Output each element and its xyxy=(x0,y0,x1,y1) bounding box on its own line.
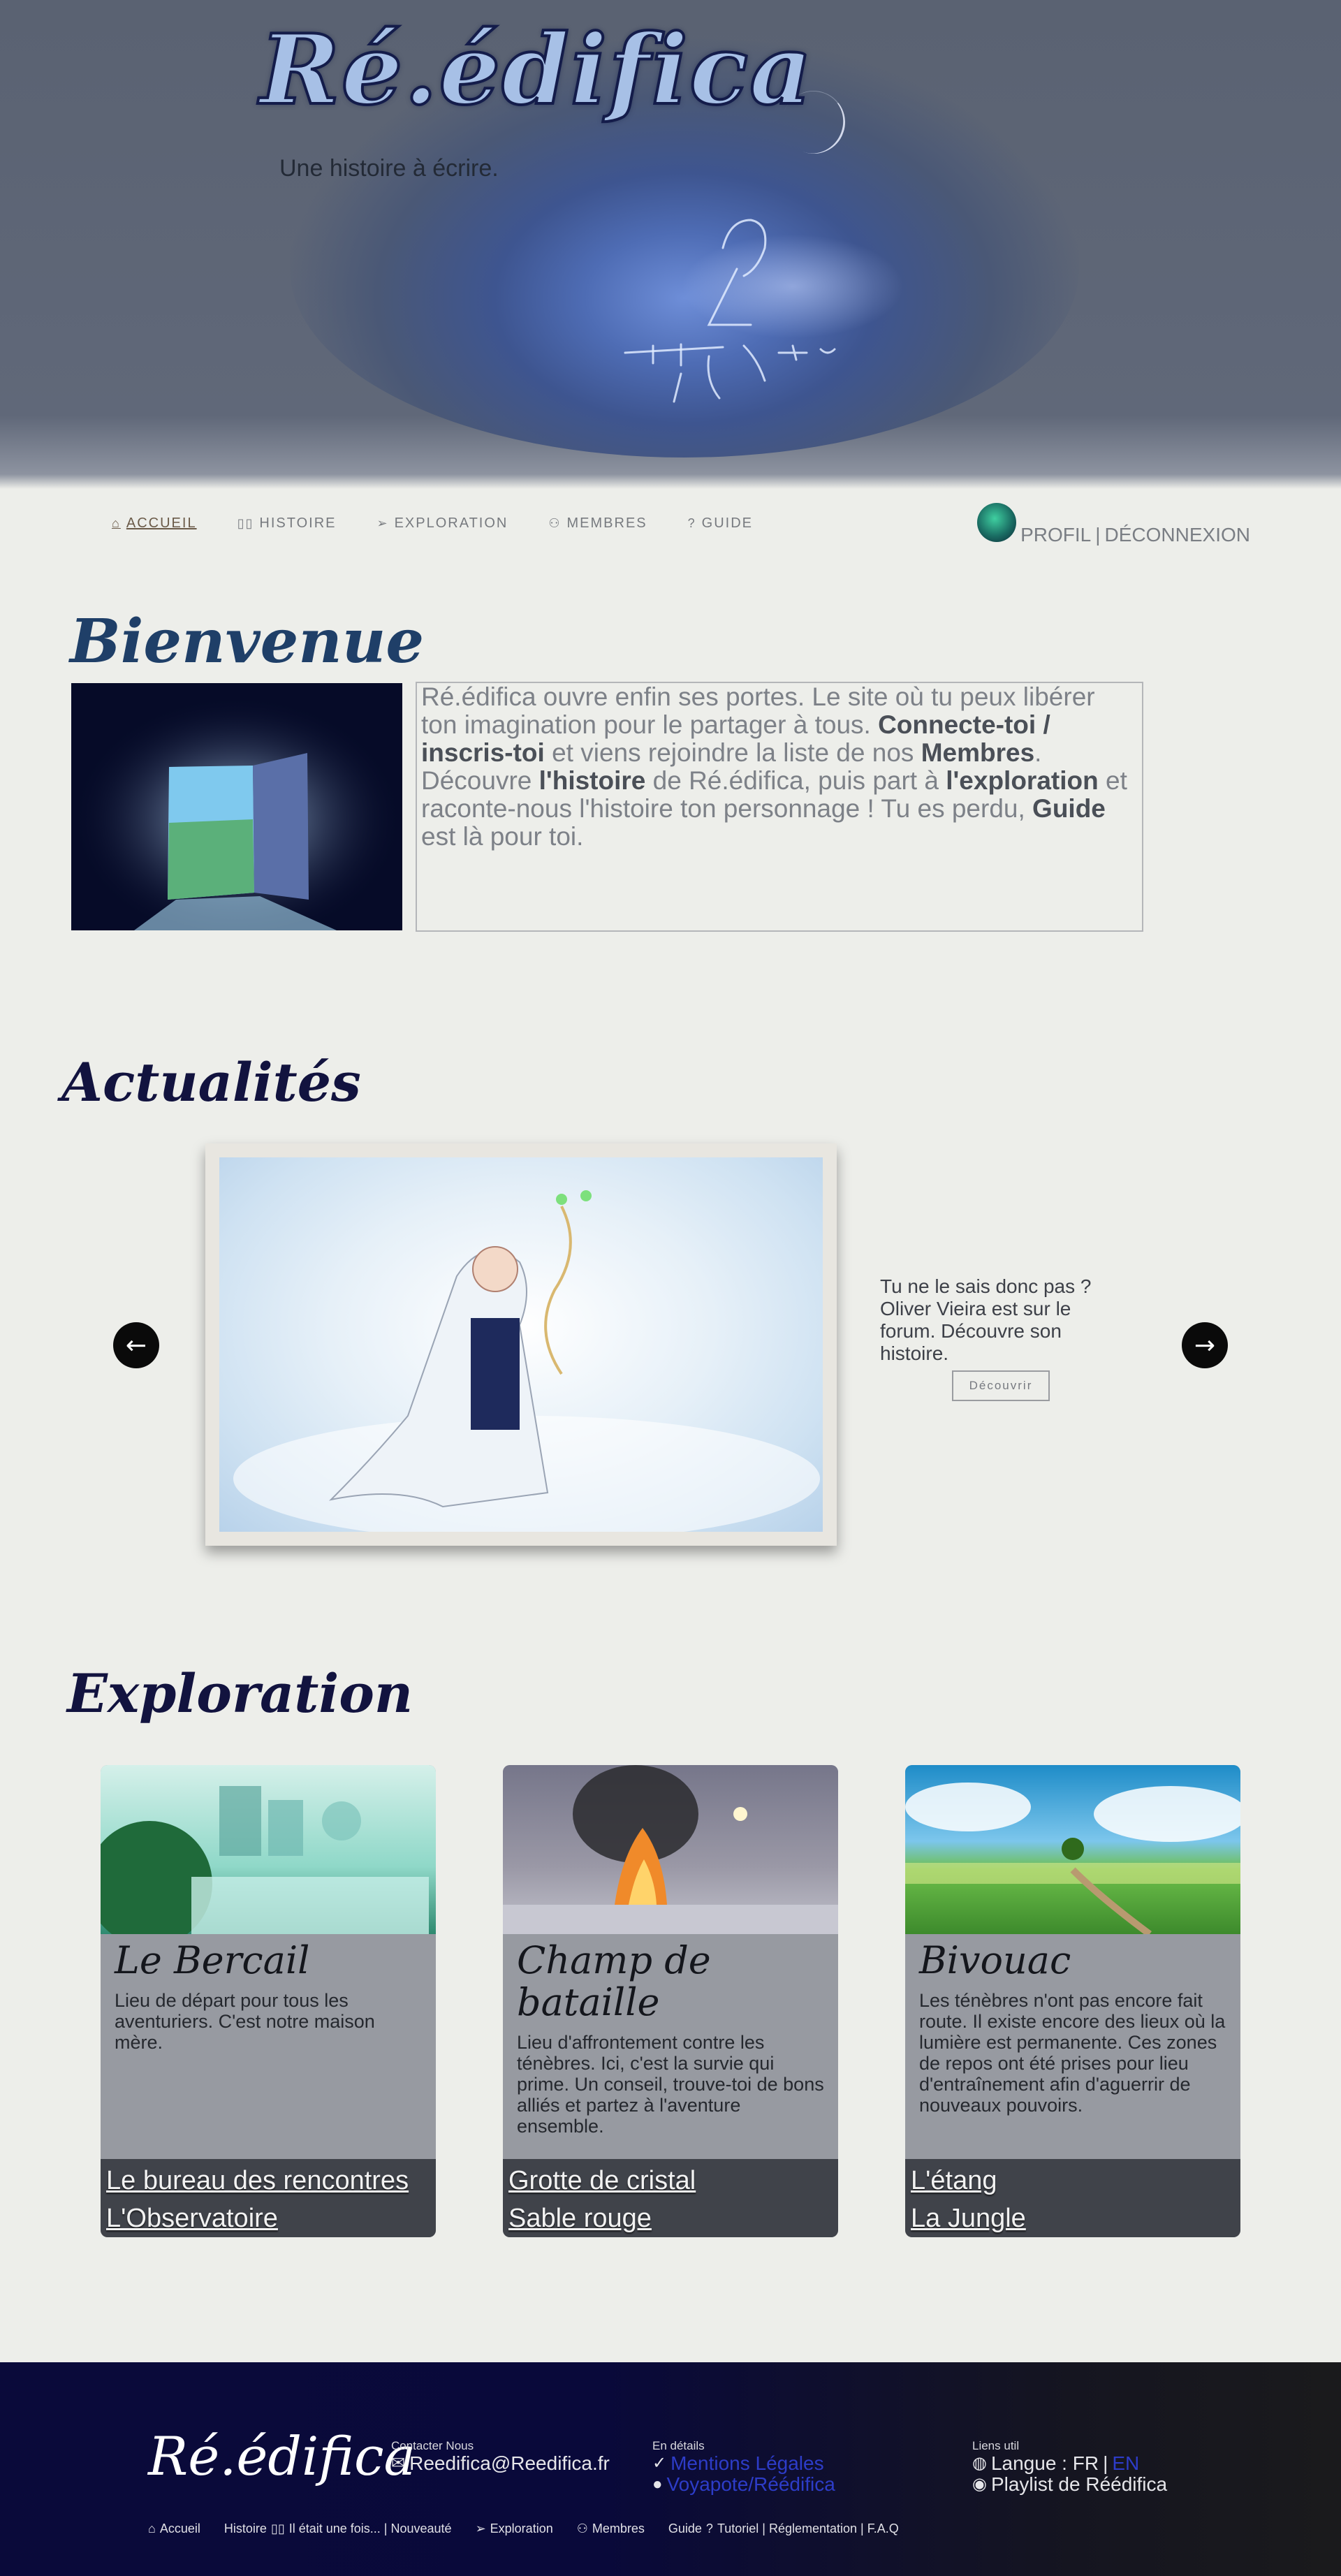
link-sable-rouge[interactable]: Sable rouge xyxy=(508,2200,833,2237)
home-icon: ⌂ xyxy=(112,516,121,530)
avatar[interactable] xyxy=(977,503,1017,542)
card-links: Le bureau des rencontres L'Observatoire xyxy=(101,2159,436,2237)
nav-guide[interactable]: ? GUIDE xyxy=(688,515,753,532)
nav-membres-label: MEMBRES xyxy=(566,515,647,531)
footer-guide-link[interactable]: Guide xyxy=(668,2522,702,2536)
footer-membres-link[interactable]: Membres xyxy=(592,2522,645,2536)
nav-accueil[interactable]: ⌂ ACCUEIL xyxy=(112,515,197,532)
language-separator: | xyxy=(1103,2452,1108,2474)
footer-contact: Contacter Nous ✉ Reedifica@Reedifica.fr xyxy=(391,2439,610,2474)
paper-plane-icon: ➢ xyxy=(475,2522,486,2535)
link-etang[interactable]: L'étang xyxy=(911,2162,1235,2200)
footer-nav: ⌂ Accueil Histoire ▯▯ Il était une fois... … xyxy=(148,2522,899,2536)
bercail-image xyxy=(101,1765,436,1934)
details-label: En détails xyxy=(652,2439,705,2452)
nav-membres[interactable]: ⚇ MEMBRES xyxy=(548,515,647,532)
welcome-text-4: de Ré.édifica, puis part à xyxy=(645,766,946,795)
bivouac-image xyxy=(905,1765,1240,1934)
question-icon: ? xyxy=(705,2522,713,2535)
paper-plane-icon: ➢ xyxy=(376,516,389,530)
story-link[interactable]: l'histoire xyxy=(539,766,646,795)
home-icon: ⌂ xyxy=(148,2522,156,2535)
footer-exploration-link[interactable]: Exploration xyxy=(490,2522,553,2536)
news-text: Tu ne le sais donc pas ? Oliver Vieira e… xyxy=(880,1275,1092,1364)
footer-links: Liens util ◍ Langue : FR | EN ◉ Playlist… xyxy=(972,2439,1167,2495)
welcome-title: Bienvenue xyxy=(70,606,425,677)
card-bercail: Le Bercail Lieu de départ pour tous les … xyxy=(101,1765,436,2237)
link-bureau-rencontres[interactable]: Le bureau des rencontres xyxy=(106,2162,430,2200)
language-label: Langue : FR xyxy=(990,2452,1099,2474)
card-title: Bivouac xyxy=(919,1938,1071,1982)
members-link[interactable]: Membres xyxy=(921,738,1034,767)
profile-separator: | xyxy=(1095,524,1101,546)
arrow-left-icon: ← xyxy=(125,1331,147,1360)
book-icon: ▯▯ xyxy=(270,2522,285,2535)
carousel-prev-button[interactable]: ← xyxy=(113,1322,159,1368)
welcome-door-image xyxy=(71,683,402,930)
footer-histoire-link[interactable]: Histoire xyxy=(224,2522,267,2536)
question-icon: ? xyxy=(687,516,696,530)
site-logo[interactable]: Ré.édifica xyxy=(258,11,813,128)
exploration-link[interactable]: l'exploration xyxy=(946,766,1099,795)
contact-label: Contacter Nous xyxy=(391,2439,474,2452)
champ-bataille-image xyxy=(503,1765,838,1934)
hero-banner: Ré.édifica Une histoire à écrire. xyxy=(0,0,1341,489)
profile-link[interactable]: PROFIL xyxy=(1020,524,1091,546)
check-circle-icon: ✓ xyxy=(652,2454,667,2473)
card-description: Lieu d'affrontement contre les ténèbres.… xyxy=(517,2032,824,2137)
links-label: Liens util xyxy=(972,2439,1020,2452)
nav-exploration[interactable]: ➢ EXPLORATION xyxy=(376,515,508,532)
site-footer: Ré.édifica Contacter Nous ✉ Reedifica@Re… xyxy=(0,2362,1341,2576)
card-description: Les ténèbres n'ont pas encore fait route… xyxy=(919,1990,1226,2116)
profile-area: PROFIL | DÉCONNEXION xyxy=(977,503,1250,546)
nav-histoire-label: HISTOIRE xyxy=(259,515,337,531)
news-title: Actualités xyxy=(61,1051,361,1113)
discover-button[interactable]: Découvrir xyxy=(952,1370,1050,1401)
link-jungle[interactable]: La Jungle xyxy=(911,2200,1235,2237)
guide-link[interactable]: Guide xyxy=(1032,794,1106,823)
main-nav: ⌂ ACCUEIL ▯▯ HISTOIRE ➢ EXPLORATION ⚇ ME… xyxy=(112,515,753,532)
github-link[interactable]: Voyapote/Réédifica xyxy=(667,2474,835,2495)
language-en-link[interactable]: EN xyxy=(1112,2453,1139,2474)
welcome-text-2: et viens rejoindre la liste de nos xyxy=(544,738,921,767)
users-icon: ⚇ xyxy=(576,2522,588,2535)
nav-histoire[interactable]: ▯▯ HISTOIRE xyxy=(237,515,337,532)
news-slide xyxy=(205,1143,837,1546)
playlist-link[interactable]: Playlist de Réédifica xyxy=(991,2474,1167,2495)
news-character-image xyxy=(219,1157,823,1532)
footer-details: En détails ✓ Mentions Légales ● Voyapote… xyxy=(652,2439,835,2495)
welcome-text-6: est là pour toi. xyxy=(421,822,584,851)
legal-link[interactable]: Mentions Légales xyxy=(670,2453,823,2474)
carousel-next-button[interactable]: → xyxy=(1182,1322,1228,1368)
globe-icon: ◍ xyxy=(972,2454,987,2473)
site-tagline: Une histoire à écrire. xyxy=(279,155,499,182)
logout-link[interactable]: DÉCONNEXION xyxy=(1105,524,1250,546)
nav-guide-label: GUIDE xyxy=(701,515,753,531)
card-champ-bataille: Champ de bataille Lieu d'affrontement co… xyxy=(503,1765,838,2237)
card-title: Le Bercail xyxy=(115,1938,310,1982)
link-observatoire[interactable]: L'Observatoire xyxy=(106,2200,430,2237)
users-icon: ⚇ xyxy=(548,516,562,530)
nav-exploration-label: EXPLORATION xyxy=(394,515,508,531)
card-links: Grotte de cristal Sable rouge xyxy=(503,2159,838,2237)
arrow-right-icon: → xyxy=(1194,1331,1216,1360)
exploration-title: Exploration xyxy=(67,1662,413,1725)
card-bivouac: Bivouac Les ténèbres n'ont pas encore fa… xyxy=(905,1765,1240,2237)
contact-email[interactable]: Reedifica@Reedifica.fr xyxy=(409,2453,610,2474)
nav-accueil-label: ACCUEIL xyxy=(126,515,197,531)
welcome-text: Ré.édifica ouvre enfin ses portes. Le si… xyxy=(416,682,1143,932)
envelope-icon: ✉ xyxy=(391,2454,406,2473)
card-description: Lieu de départ pour tous les aventuriers… xyxy=(115,1990,375,2053)
github-icon: ● xyxy=(652,2475,663,2494)
footer-logo[interactable]: Ré.édifica xyxy=(148,2425,416,2487)
footer-accueil-link[interactable]: Accueil xyxy=(160,2522,200,2536)
spotify-icon: ◉ xyxy=(972,2475,987,2494)
link-grotte-cristal[interactable]: Grotte de cristal xyxy=(508,2162,833,2200)
card-links: L'étang La Jungle xyxy=(905,2159,1240,2237)
book-icon: ▯▯ xyxy=(237,516,254,530)
footer-guide-sub[interactable]: Tutoriel | Réglementation | F.A.Q xyxy=(717,2522,899,2536)
card-title: Champ de bataille xyxy=(517,1938,711,2024)
footer-histoire-sub[interactable]: Il était une fois... | Nouveauté xyxy=(289,2522,452,2536)
